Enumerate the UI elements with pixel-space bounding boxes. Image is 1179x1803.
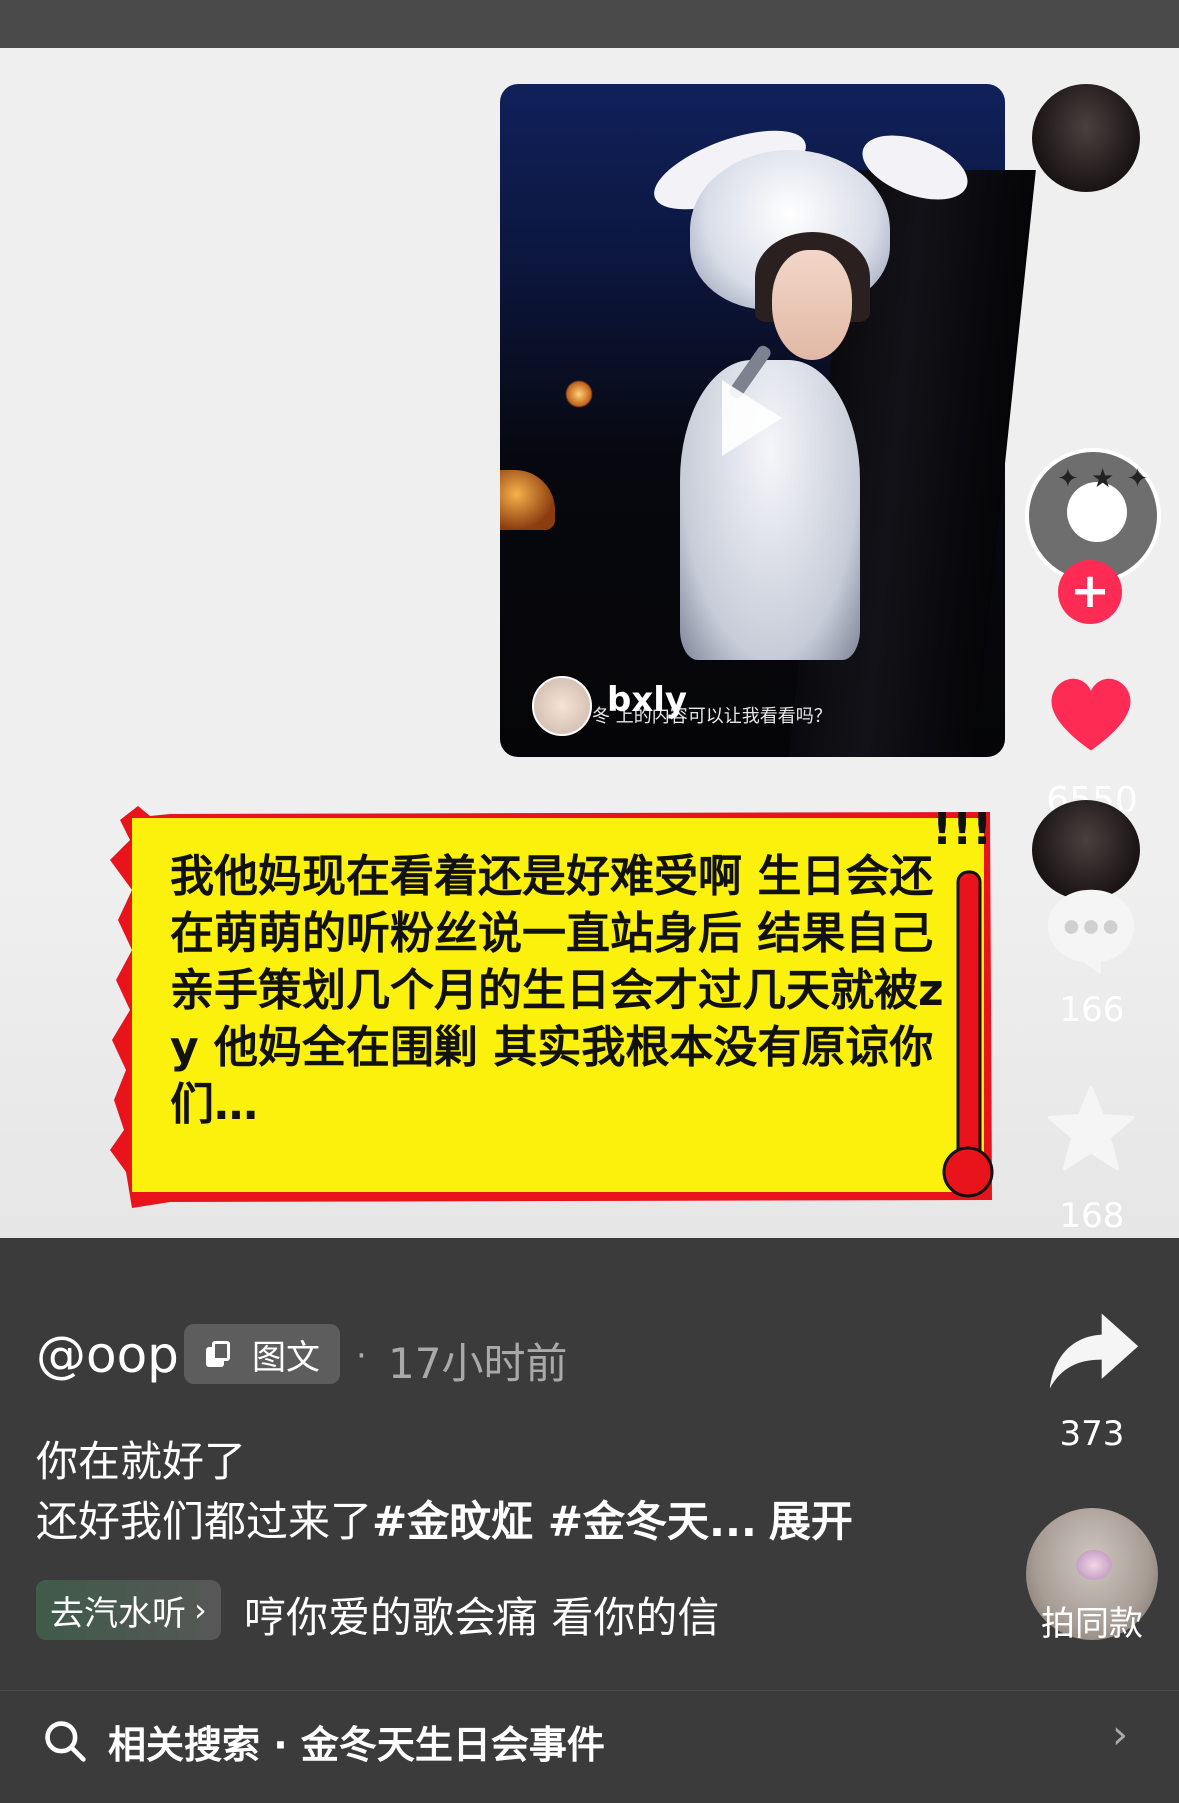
separator-dot: · (356, 1336, 367, 1376)
favorite-star-icon[interactable] (1044, 1082, 1138, 1176)
heart-icon[interactable] (1043, 666, 1139, 762)
performer-face (772, 250, 852, 360)
description-text: 还好我们都过来了 (36, 1497, 373, 1546)
hashtags[interactable]: #金旼炡 #金冬天... (372, 1497, 757, 1546)
follow-button[interactable]: + (1058, 560, 1122, 624)
favorite-count: 168 (1059, 1196, 1125, 1236)
image-text-icon (206, 1341, 232, 1367)
same-style-label[interactable]: 拍同款 (1026, 1596, 1158, 1645)
share-count: 373 (1059, 1414, 1125, 1454)
flower-image (1076, 1550, 1112, 1580)
comment-count: 166 (1059, 990, 1125, 1030)
music-app-button[interactable]: 去汽水听 › (36, 1580, 221, 1640)
search-icon (45, 1721, 86, 1762)
comment-icon[interactable] (1042, 880, 1140, 978)
image-avatar (1032, 84, 1140, 192)
post-type-badge: 图文 (184, 1324, 340, 1384)
expand-button[interactable]: 展开 (769, 1497, 853, 1546)
author-username[interactable]: @oop (36, 1326, 179, 1384)
chevron-right-icon: › (194, 1591, 207, 1629)
post-type-label: 图文 (252, 1337, 320, 1378)
status-bar (0, 0, 1179, 48)
share-icon[interactable] (1046, 1306, 1142, 1396)
video-author-name: bxly (607, 680, 688, 720)
music-app-label: 去汽水听 (50, 1593, 186, 1634)
related-search-label[interactable]: 相关搜索 · 金冬天生日会事件 (108, 1714, 605, 1769)
stage-light (565, 380, 593, 408)
bubble-text: 我他妈现在看着还是好难受啊 生日会还在萌萌的听粉丝说一直站身后 结果自己亲手策划… (170, 851, 944, 1130)
post-description-line-1: 你在就好了 (36, 1437, 247, 1486)
post-time: 17小时前 (388, 1339, 568, 1388)
post-description-line-2: 还好我们都过来了#金旼炡 #金冬天... 展开 (36, 1488, 853, 1549)
video-author-avatar (532, 676, 592, 736)
stars-icon: ✦ ★ ✦ (1057, 464, 1151, 494)
chevron-right-icon: › (1112, 1712, 1128, 1758)
music-lyrics[interactable]: 哼你爱的歌会痛 看你的信 (244, 1584, 724, 1645)
play-icon[interactable] (722, 380, 782, 456)
